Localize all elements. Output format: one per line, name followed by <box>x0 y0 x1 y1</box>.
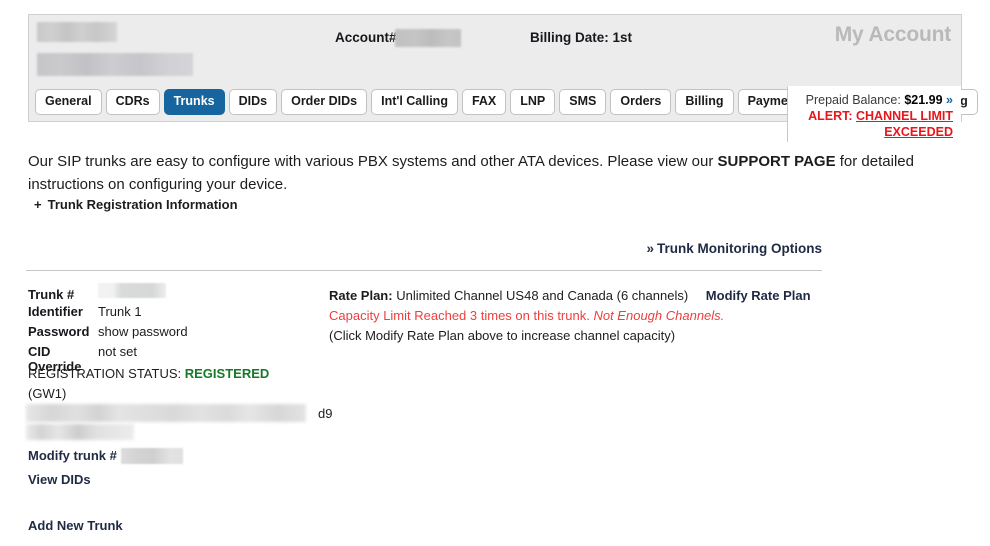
identifier-label: Identifier <box>28 304 83 319</box>
modify-rate-plan-link[interactable]: Modify Rate Plan <box>706 288 811 303</box>
tab-general-label: General <box>45 94 92 108</box>
cid-override-row: CID Override not set <box>28 344 328 374</box>
support-page-link[interactable]: SUPPORT PAGE <box>718 153 836 170</box>
capacity-warning-emphasis: Not Enough Channels. <box>593 308 725 323</box>
billing-date-label: Billing Date: 1st <box>530 30 633 45</box>
capacity-hint-text: (Click Modify Rate Plan above to increas… <box>329 328 676 343</box>
tab-orders[interactable]: Orders <box>610 89 672 115</box>
tab-dids-label: DIDs <box>238 94 268 108</box>
tab-intl-calling[interactable]: Int'l Calling <box>371 89 458 115</box>
prepaid-balance-amount: $21.99 <box>904 93 943 107</box>
rate-plan-value: Unlimited Channel US48 and Canada (6 cha… <box>396 288 689 303</box>
trunk-number-label: Trunk # <box>28 287 75 302</box>
balance-chevron-icon[interactable]: » <box>946 93 953 107</box>
tab-cdrs[interactable]: CDRs <box>105 89 160 115</box>
trunk-monitoring-options-label: Trunk Monitoring Options <box>657 241 822 256</box>
tab-order-dids[interactable]: Order DIDs <box>281 89 368 115</box>
prepaid-balance-line: Prepaid Balance: $21.99 » <box>788 92 953 108</box>
redacted-credential-line-1 <box>26 404 306 422</box>
trunk-number-row: Trunk # <box>28 283 328 304</box>
prepaid-balance-label: Prepaid Balance: <box>805 93 901 107</box>
tab-trunks[interactable]: Trunks <box>163 89 225 115</box>
tab-trunks-label: Trunks <box>173 94 215 108</box>
registration-status-row: REGISTRATION STATUS: REGISTERED <box>28 364 328 384</box>
registration-status-label: REGISTRATION STATUS: <box>28 366 182 381</box>
tab-order-dids-label: Order DIDs <box>291 94 358 108</box>
registration-status-badge: REGISTERED <box>184 366 270 381</box>
expand-plus-icon: + <box>34 197 42 212</box>
redacted-credentials-block: d9 <box>26 404 356 440</box>
tab-general[interactable]: General <box>35 89 102 115</box>
tab-dids[interactable]: DIDs <box>228 89 278 115</box>
credential-tail-text: d9 <box>318 406 333 421</box>
identifier-row: Identifier Trunk 1 <box>28 304 328 324</box>
show-password-link[interactable]: show password <box>98 324 188 339</box>
modify-trunk-label: Modify trunk # <box>28 448 117 463</box>
redacted-account-name <box>37 22 117 42</box>
intro-text-before: Our SIP trunks are easy to configure wit… <box>28 153 718 170</box>
channel-limit-alert-line1: ALERT: CHANNEL LIMIT <box>788 108 953 124</box>
section-divider <box>26 270 822 271</box>
gateway-value: (GW1) <box>28 386 67 401</box>
rate-plan-row: Rate Plan: Unlimited Channel US48 and Ca… <box>329 286 889 306</box>
redacted-modify-trunk-number <box>120 447 183 464</box>
redacted-company-name <box>37 53 193 76</box>
prepaid-balance-box: Prepaid Balance: $21.99 » ALERT: CHANNEL… <box>787 86 961 142</box>
trunk-registration-information-toggle[interactable]: + Trunk Registration Information <box>34 197 238 212</box>
view-dids-link[interactable]: View DIDs <box>28 472 91 487</box>
channel-limit-alert-line2: EXCEEDED <box>788 124 953 140</box>
channel-limit-link[interactable]: CHANNEL LIMIT <box>856 109 953 123</box>
tab-billing[interactable]: Billing <box>675 89 734 115</box>
identifier-value: Trunk 1 <box>98 304 142 319</box>
intro-paragraph: Our SIP trunks are easy to configure wit… <box>28 150 938 196</box>
password-row: Password show password <box>28 324 328 344</box>
tab-intl-calling-label: Int'l Calling <box>381 94 448 108</box>
channel-limit-link-continued[interactable]: EXCEEDED <box>884 125 953 139</box>
trunk-monitoring-options-link[interactable]: » Trunk Monitoring Options <box>647 241 823 256</box>
alert-prefix-label: ALERT: <box>808 109 853 123</box>
tab-cdrs-label: CDRs <box>115 94 150 108</box>
account-header-panel: Account# Billing Date: 1st My Account Ge… <box>28 14 978 142</box>
rate-plan-label: Rate Plan: <box>329 288 393 303</box>
tab-fax[interactable]: FAX <box>461 89 507 115</box>
trunk-details-left-column: Trunk # Identifier Trunk 1 Password show… <box>28 283 328 404</box>
redacted-trunk-number <box>98 283 166 298</box>
tab-sms[interactable]: SMS <box>559 89 607 115</box>
capacity-warning-row: Capacity Limit Reached 3 times on this t… <box>329 306 889 326</box>
cid-override-value: not set <box>98 344 138 359</box>
tab-sms-label: SMS <box>569 94 597 108</box>
my-account-title: My Account <box>834 23 951 46</box>
tab-lnp-label: LNP <box>520 94 546 108</box>
redacted-account-number <box>395 29 461 47</box>
add-new-trunk-link[interactable]: Add New Trunk <box>28 518 123 533</box>
account-number-label: Account# <box>335 30 397 45</box>
redacted-credential-line-2 <box>26 424 134 440</box>
modify-trunk-link[interactable]: Modify trunk # <box>28 447 183 465</box>
rate-plan-column: Rate Plan: Unlimited Channel US48 and Ca… <box>329 286 889 346</box>
tab-billing-label: Billing <box>685 94 724 108</box>
tab-fax-label: FAX <box>471 94 497 108</box>
capacity-warning-text: Capacity Limit Reached 3 times on this t… <box>329 308 590 323</box>
tab-lnp[interactable]: LNP <box>510 89 556 115</box>
tab-orders-label: Orders <box>620 94 662 108</box>
password-label: Password <box>28 324 90 339</box>
trunk-registration-information-label: Trunk Registration Information <box>47 197 238 212</box>
double-chevron-right-icon: » <box>646 241 655 256</box>
